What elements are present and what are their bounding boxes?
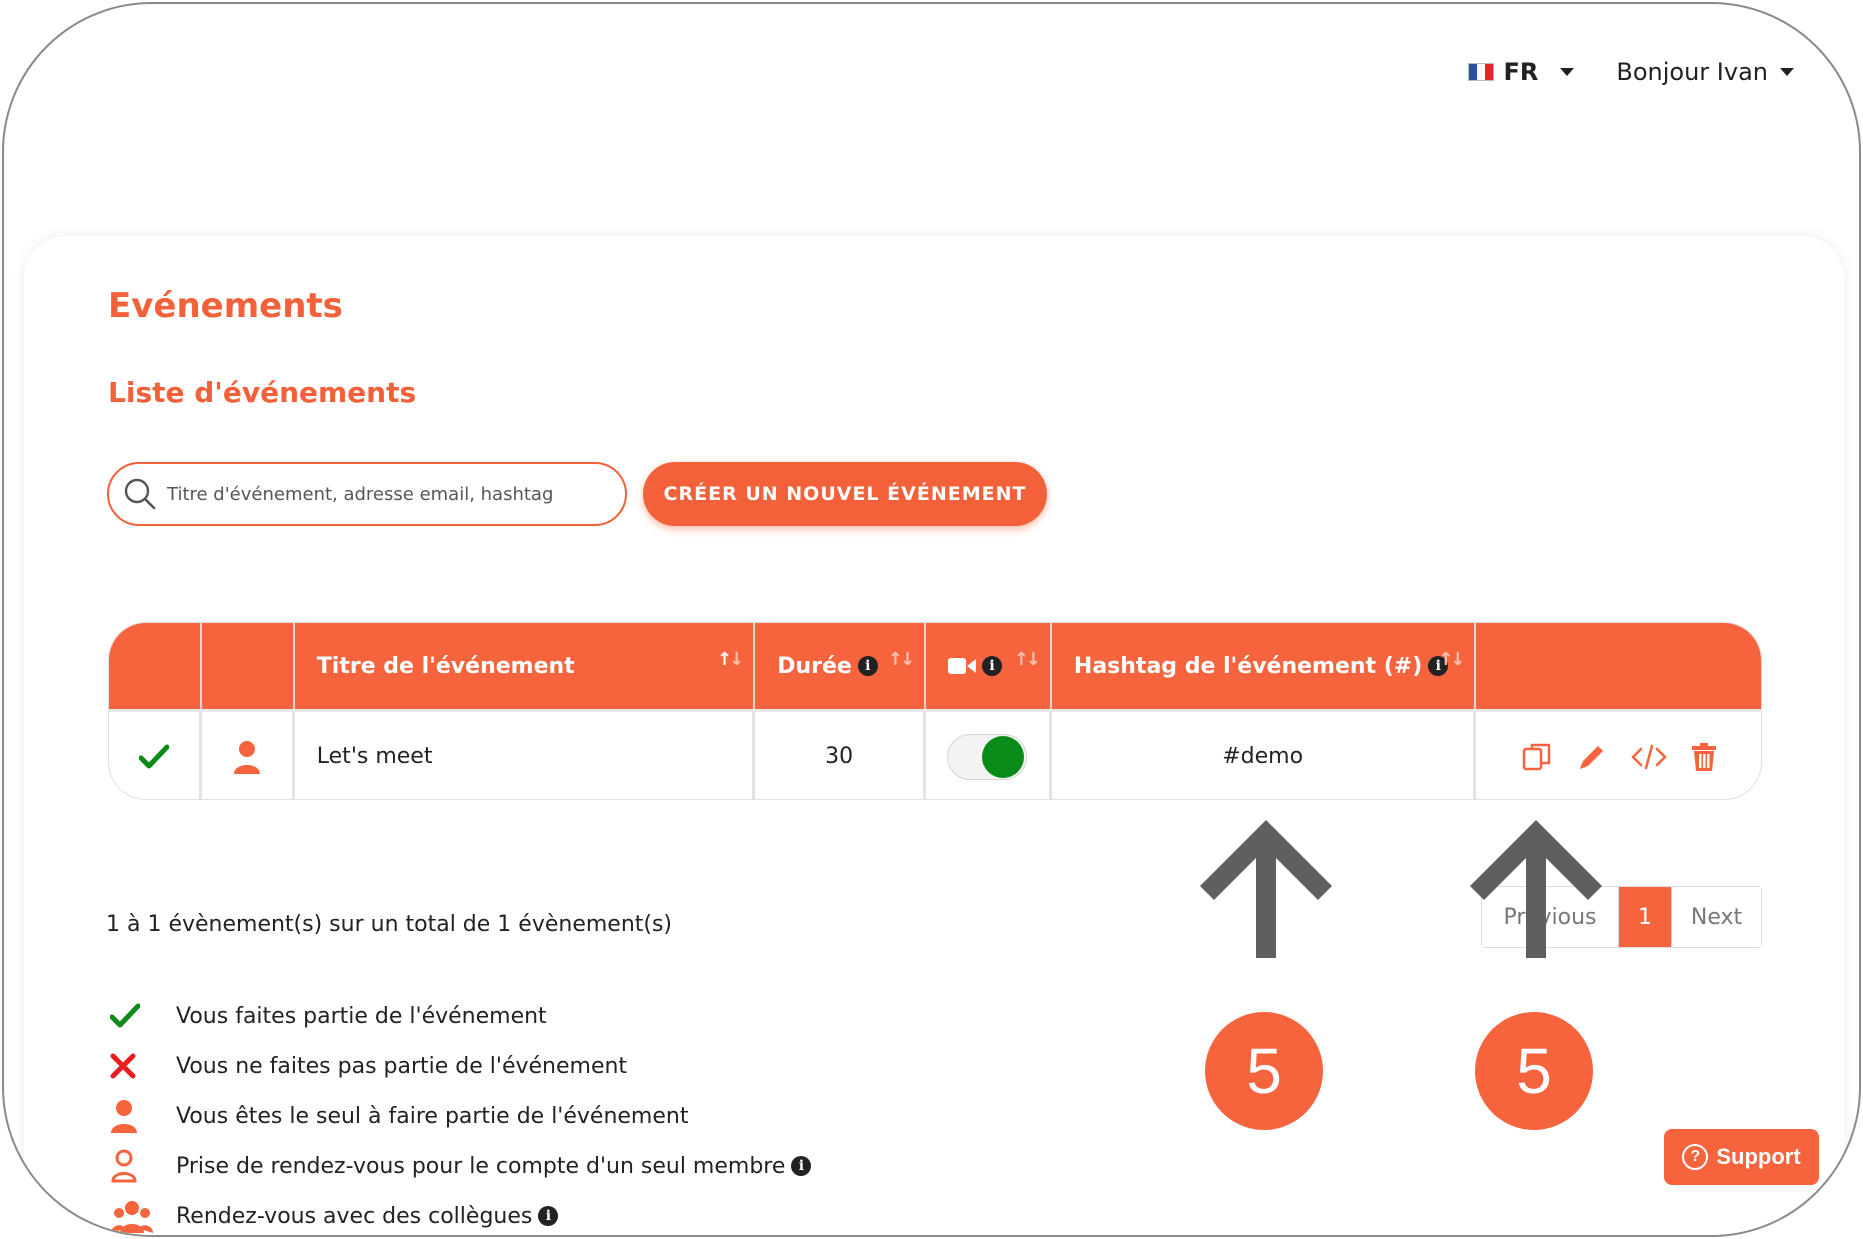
user-menu[interactable]: Bonjour Ivan [1616,58,1794,86]
search-icon [124,478,156,510]
row-duration-cell: 30 [755,712,927,799]
row-video-cell [926,712,1052,799]
event-hashtag: #demo [1222,744,1304,769]
col-duration[interactable]: Durée i ↑↓ [755,623,927,709]
support-label: Support [1716,1144,1801,1169]
results-summary: 1 à 1 évènement(s) sur un total de 1 évè… [106,912,673,937]
col-hashtag-label: Hashtag de l'événement (#) [1073,653,1423,679]
user-greeting: Bonjour Ivan [1616,58,1768,86]
legend-label: Prise de rendez-vous pour le compte d'un… [176,1153,786,1179]
legend-label: Vous êtes le seul à faire partie de l'év… [176,1103,689,1129]
legend-item: Rendez-vous avec des collègues i [106,1191,811,1235]
row-hashtag-cell: #demo [1052,712,1477,799]
event-title: Let's meet [316,744,433,769]
sort-icon[interactable]: ↑↓ [1014,649,1041,670]
col-title[interactable]: Titre de l'événement ↑↓ [295,623,756,709]
annotation-arrow-up-icon [1200,820,1332,958]
french-flag-icon [1467,63,1494,81]
screenshot-frame: FR Bonjour Ivan Evénements Liste d'événe… [2,2,1861,1237]
check-icon [138,744,169,768]
row-type-cell [202,712,295,799]
language-selector[interactable]: FR [1467,58,1575,86]
events-table: Titre de l'événement ↑↓ Durée i ↑↓ i ↑↓ [108,622,1762,800]
sort-icon[interactable]: ↑↓ [1438,649,1465,670]
single-user-icon [111,1100,137,1133]
embed-code-icon[interactable] [1630,744,1667,770]
cross-icon [110,1053,136,1079]
page-title: Evénements [108,286,343,326]
annotation-badge: 5 [1205,1012,1323,1130]
legend-label: Vous faites partie de l'événement [176,1003,547,1029]
row-title-cell[interactable]: Let's meet [295,712,756,799]
user-outline-icon [111,1149,137,1183]
caret-down-icon [1780,68,1794,76]
create-event-button[interactable]: CRÉER UN NOUVEL ÉVÉNEMENT [643,462,1047,526]
row-status-cell [109,712,202,799]
legend-item: Vous ne faites pas partie de l'événement [106,1041,811,1091]
legend-label: Vous ne faites pas partie de l'événement [176,1053,628,1079]
group-icon [111,1201,153,1233]
row-actions [1521,741,1717,773]
info-icon[interactable]: i [538,1206,559,1226]
col-status [109,623,202,709]
table-row: Let's meet 30 #demo [109,709,1761,799]
sort-icon[interactable]: ↑↓ [888,649,915,670]
col-title-label: Titre de l'événement [316,653,575,679]
sort-asc-icon[interactable]: ↑↓ [717,649,744,670]
legend: Vous faites partie de l'événement Vous n… [106,991,812,1235]
annotation-badge: 5 [1475,1012,1593,1130]
toggle-knob [982,735,1025,778]
caret-down-icon [1560,68,1575,76]
table-header: Titre de l'événement ↑↓ Durée i ↑↓ i ↑↓ [109,623,1761,709]
event-duration: 30 [825,744,854,769]
col-actions [1476,623,1761,709]
annotation-arrow-up-icon [1470,820,1602,958]
help-icon: ? [1682,1144,1709,1170]
video-camera-icon [948,658,977,674]
support-button[interactable]: ? Support [1664,1129,1819,1185]
row-actions-cell [1476,712,1761,799]
delete-icon[interactable] [1691,742,1717,772]
search-input[interactable] [167,483,607,505]
video-toggle[interactable] [947,733,1028,780]
search-box[interactable] [107,462,627,526]
legend-item: Vous faites partie de l'événement [106,991,811,1041]
pagination-next[interactable]: Next [1671,887,1761,947]
col-video[interactable]: i ↑↓ [926,623,1052,709]
pagination-page-1[interactable]: 1 [1619,887,1671,947]
info-icon[interactable]: i [791,1156,812,1176]
check-icon [110,1003,140,1028]
legend-item: Prise de rendez-vous pour le compte d'un… [106,1141,812,1191]
legend-item: Vous êtes le seul à faire partie de l'év… [106,1091,811,1141]
page-subtitle: Liste d'événements [108,376,417,409]
edit-icon[interactable] [1577,742,1607,772]
single-user-icon [233,740,260,774]
duplicate-icon[interactable] [1521,741,1553,773]
legend-label: Rendez-vous avec des collègues [176,1203,533,1229]
col-duration-label: Durée [777,653,852,679]
info-icon[interactable]: i [982,656,1003,676]
col-type [202,623,295,709]
language-label: FR [1503,58,1539,86]
top-bar: FR Bonjour Ivan [1467,58,1794,86]
info-icon[interactable]: i [857,656,878,676]
col-hashtag[interactable]: Hashtag de l'événement (#) i ↑↓ [1052,623,1477,709]
